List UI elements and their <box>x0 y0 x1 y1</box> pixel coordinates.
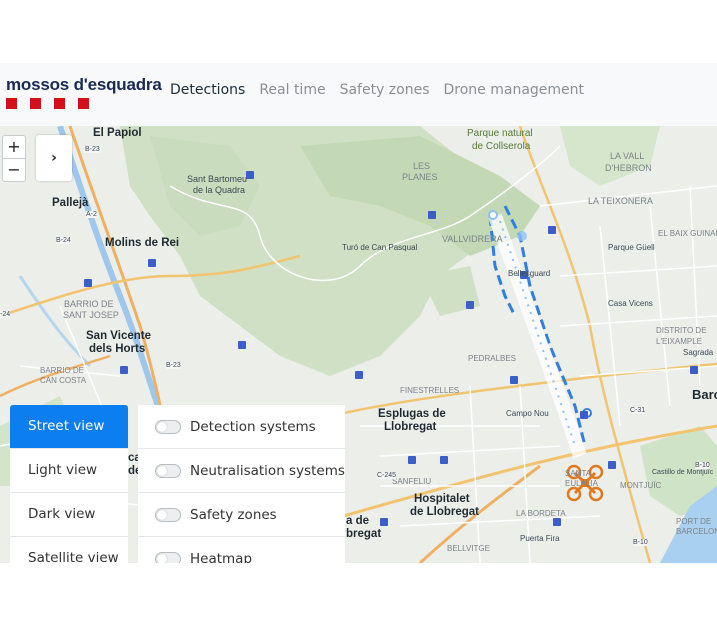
nav-drone-management[interactable]: Drone management <box>444 82 585 98</box>
label-de-la-quadra: de la Quadra <box>193 185 246 195</box>
label-road: -24 <box>0 311 11 318</box>
label-c31: C-31 <box>630 407 646 414</box>
label-barcelona-port: BARCELONA <box>676 527 717 536</box>
label-llobregat: Llobregat <box>384 421 437 433</box>
label-turo: Turó de Can Pasqual <box>342 243 418 252</box>
label-pedralbes: PEDRALBES <box>468 354 517 363</box>
nav-detections[interactable]: Detections <box>170 82 245 98</box>
label-a2: A-2 <box>86 211 97 218</box>
label-parque-guell: Parque Güell <box>608 243 655 252</box>
label-b24: B-24 <box>56 237 71 244</box>
label-santa: SANTA <box>565 469 592 478</box>
label-el-papiol: El Papiol <box>93 127 142 139</box>
label-barcelona: Barc <box>692 387 717 402</box>
main-nav: Detections Real time Safety zones Drone … <box>170 82 584 98</box>
label-palleja: Pallejà <box>52 197 89 209</box>
zoom-control: + − <box>2 135 26 182</box>
label-sant-josep: SANT JOSEP <box>63 310 119 320</box>
brand-logo[interactable]: mossos d'esquadra <box>6 75 162 109</box>
layer-neutralisation-systems[interactable]: Neutralisation systems <box>138 449 345 493</box>
toggle-switch[interactable] <box>155 507 181 522</box>
label-bellvitge: BELLVITGE <box>447 544 490 553</box>
label-distrito-de: DISTRITO DE <box>656 326 707 335</box>
chevron-right-icon: › <box>51 150 57 166</box>
label-b10-b: B-10 <box>633 539 648 546</box>
label-la-vall: LA VALL <box>610 151 645 161</box>
label-esplugues: Esplugas de <box>378 408 446 420</box>
brand-name: mossos d'esquadra <box>6 75 162 94</box>
nav-real-time[interactable]: Real time <box>259 82 325 98</box>
label-eixample: L'EIXAMPLE <box>656 337 702 346</box>
label-sant-vicente: San Vicente <box>86 330 151 342</box>
page-bottom <box>0 563 717 627</box>
label-casa-vicens: Casa Vicens <box>608 299 653 308</box>
view-street[interactable]: Street view <box>10 405 128 449</box>
label-vallvidrera: VALLVIDRERA <box>442 234 503 244</box>
label-port: PORT DE <box>676 517 712 526</box>
layer-toggles: Detection systems Neutralisation systems… <box>138 405 345 581</box>
label-a-de: a de <box>346 515 370 527</box>
map-view-selector: Street view Light view Dark view Satelli… <box>10 405 128 581</box>
brand-squares <box>6 98 162 109</box>
label-b23-b: B-23 <box>166 362 181 369</box>
label-sagrada: Sagrada <box>683 348 714 357</box>
label-les: LES <box>413 161 431 171</box>
layer-detection-systems[interactable]: Detection systems <box>138 405 345 449</box>
label-b23: B-23 <box>84 146 101 153</box>
zoom-in-button[interactable]: + <box>3 136 25 158</box>
label-el-baix-guinardo: EL BAIX GUINARDÓ <box>658 229 717 238</box>
label-bellesguard: Bellesguard <box>508 269 551 278</box>
label-b10-a: B-10 <box>695 462 710 469</box>
label-c245: C-245 <box>377 472 397 479</box>
label-hospitalet: Hospitalet <box>414 493 470 505</box>
label-parque-natural: Parque natural <box>467 128 533 139</box>
label-planes: PLANES <box>402 172 438 182</box>
label-la-bordeta: LA BORDETA <box>516 509 566 518</box>
label-bregat: bregat <box>346 528 382 540</box>
toggle-switch[interactable] <box>155 419 181 434</box>
toggle-switch[interactable] <box>155 463 181 478</box>
label-molins: Molins de Rei <box>105 237 180 249</box>
label-castillo: Castillo de Montjuïc <box>652 469 714 476</box>
view-light[interactable]: Light view <box>10 449 128 493</box>
layer-label: Safety zones <box>190 506 277 523</box>
label-la-teixonera: LA TEIXONERA <box>588 196 653 206</box>
layer-label: Detection systems <box>190 418 316 435</box>
expand-panel-button[interactable]: › <box>36 135 72 181</box>
layer-label: Neutralisation systems <box>190 462 345 479</box>
layer-safety-zones[interactable]: Safety zones <box>138 493 345 537</box>
label-puerta-fira: Puerta Fira <box>520 534 560 543</box>
label-barrio-de-2: BARRIO DE <box>40 366 85 375</box>
zoom-out-button[interactable]: − <box>3 158 25 181</box>
label-d-hebron: D'HEBRON <box>605 163 652 173</box>
label-barrio-de: BARRIO DE <box>64 299 114 309</box>
label-montjuic: MONTJUÏC <box>620 481 662 490</box>
label-sanfeliu: SANFELIU <box>392 477 432 486</box>
label-can-costa: CAN COSTA <box>40 376 87 385</box>
label-de-collserola: de Collserola <box>472 141 531 152</box>
nav-safety-zones[interactable]: Safety zones <box>340 82 430 98</box>
label-dels-horts: dels Horts <box>89 343 146 355</box>
label-eulalia: EULÀLIA <box>565 479 598 488</box>
view-dark[interactable]: Dark view <box>10 493 128 537</box>
navbar: mossos d'esquadra Detections Real time S… <box>0 63 717 127</box>
label-de-llobregat: de Llobregat <box>410 506 480 518</box>
label-finestrelles: FINESTRELLES <box>400 386 460 395</box>
label-camp-nou: Campo Nou <box>506 409 549 418</box>
label-sant-bartomeu: Sant Bartomeu <box>187 174 248 184</box>
